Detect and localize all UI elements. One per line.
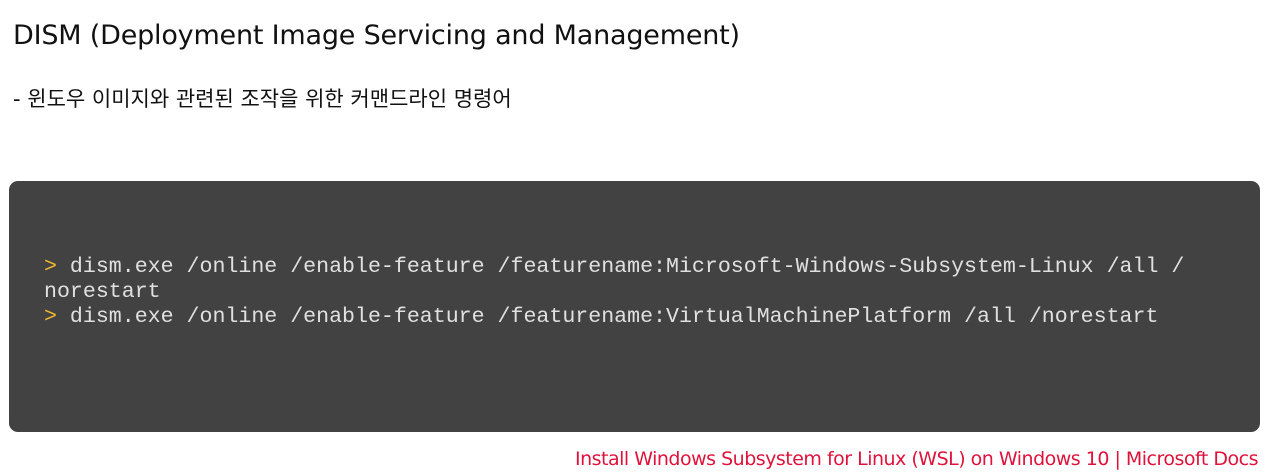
- code-block[interactable]: > dism.exe /online /enable-feature /feat…: [9, 181, 1260, 432]
- code-line-2: norestart: [44, 280, 1260, 305]
- code-line-3: > dism.exe /online /enable-feature /feat…: [44, 305, 1260, 330]
- code-line-1: > dism.exe /online /enable-feature /feat…: [44, 255, 1260, 280]
- microsoft-docs-link[interactable]: Install Windows Subsystem for Linux (WSL…: [575, 445, 1259, 473]
- page-subtitle: - 윈도우 이미지와 관련된 조작을 위한 커맨드라인 명령어: [13, 87, 512, 111]
- command-text: dism.exe /online /enable-feature /featur…: [56, 305, 1159, 329]
- prompt-symbol: >: [44, 255, 57, 279]
- prompt-symbol: >: [44, 305, 57, 329]
- command-text: dism.exe /online /enable-feature /featur…: [56, 255, 1185, 279]
- command-text-continued: norestart: [44, 280, 161, 304]
- page-title: DISM (Deployment Image Servicing and Man…: [13, 20, 740, 51]
